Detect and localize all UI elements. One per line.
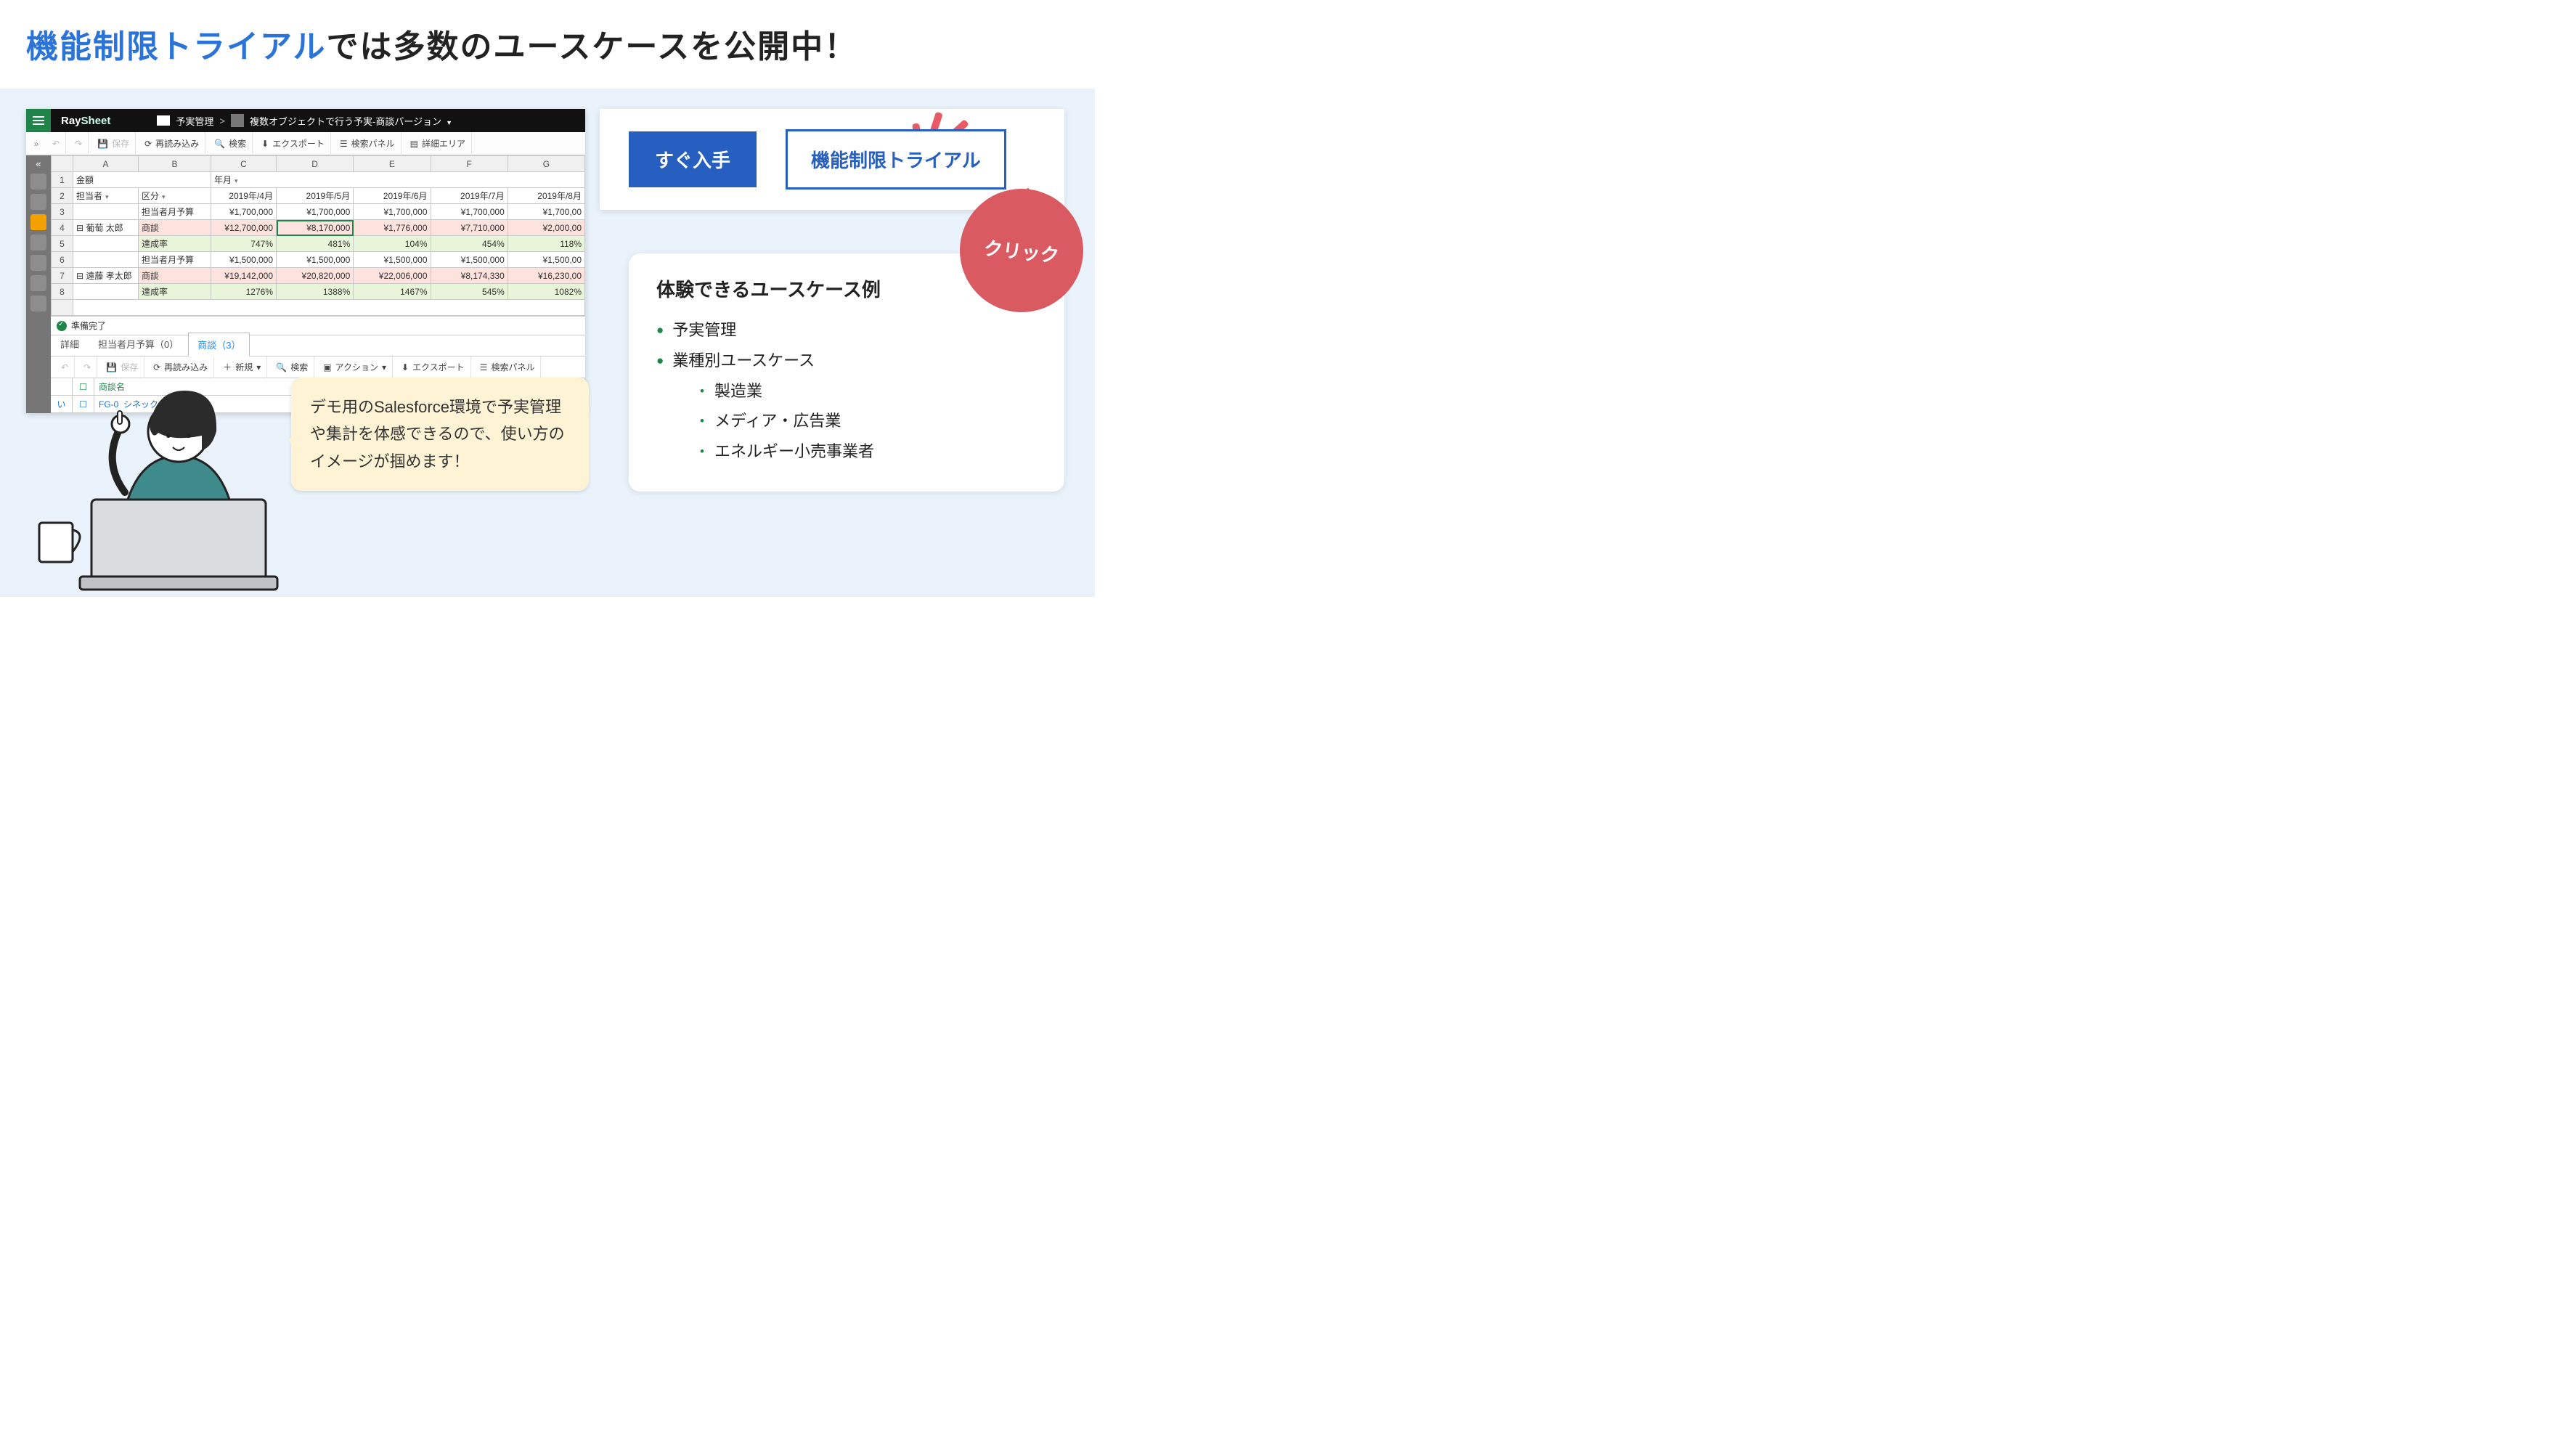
character-illustration bbox=[41, 376, 302, 594]
hdr-ym[interactable]: 年月 bbox=[214, 175, 238, 185]
spreadsheet[interactable]: A B C D E F G 1 金額 年月 bbox=[51, 155, 585, 413]
breadcrumb-folder[interactable]: 予実管理 bbox=[176, 114, 213, 128]
row-8[interactable]: 8 達成率 1276% 1388% 1467% 545% 1082% bbox=[52, 284, 585, 300]
d-export[interactable]: ⬇ エクスポート bbox=[396, 357, 471, 378]
usecase-subitem: エネルギー小売事業者 bbox=[700, 436, 1037, 467]
headline-accent: 機能制限トライアル bbox=[26, 29, 327, 65]
speech-text: デモ用のSalesforce環境で予実管理や集計を体感できるので、使い方のイメー… bbox=[310, 398, 565, 471]
row-4[interactable]: 4 ⊟ 葡萄 太郎 商談 ¥12,700,000 ¥8,170,000 ¥1,7… bbox=[52, 220, 585, 236]
export-button[interactable]: ⬇ エクスポート bbox=[256, 132, 331, 155]
get-now-button[interactable]: すぐ入手 bbox=[629, 131, 757, 187]
rail-item-2[interactable] bbox=[30, 194, 46, 210]
d-undo[interactable]: ↶ bbox=[55, 357, 75, 378]
folder-icon bbox=[157, 115, 170, 126]
wrench-icon bbox=[231, 114, 244, 127]
person-1: 葡萄 太郎 bbox=[86, 223, 123, 233]
raysheet-app: RaySheet 予実管理 > 複数オブジェクトで行う予実-商談バージョン » … bbox=[26, 109, 585, 413]
hamburger-icon[interactable] bbox=[26, 109, 51, 132]
rail-item-7[interactable] bbox=[30, 296, 46, 311]
tab-budget[interactable]: 担当者月予算（0） bbox=[89, 332, 188, 356]
rail-item-4[interactable] bbox=[30, 235, 46, 250]
breadcrumb-page[interactable]: 複数オブジェクトで行う予実-商談バージョン bbox=[250, 114, 452, 128]
breadcrumb-sep: > bbox=[219, 115, 225, 126]
title-bar: RaySheet 予実管理 > 複数オブジェクトで行う予実-商談バージョン bbox=[26, 109, 585, 132]
hdr-amount: 金額 bbox=[73, 172, 211, 188]
d-new[interactable]: ＋ 新規 ▾ bbox=[217, 357, 267, 378]
expand-sidebar-button[interactable]: » bbox=[29, 139, 44, 149]
person-2: 遠藤 孝太郎 bbox=[86, 271, 131, 281]
rail-item-1[interactable] bbox=[30, 174, 46, 190]
usecase-subitem: 製造業 bbox=[700, 376, 1037, 407]
click-badge-label: クリック bbox=[982, 233, 1060, 268]
colhdr-c[interactable]: C bbox=[211, 156, 277, 172]
search-button[interactable]: 🔍 検索 bbox=[208, 132, 253, 155]
selected-cell[interactable]: ¥8,170,000 bbox=[277, 220, 354, 236]
colhdr-a[interactable]: A bbox=[73, 156, 139, 172]
brand-bold: Ray bbox=[61, 115, 81, 127]
status-text: 準備完了 bbox=[71, 319, 106, 332]
undo-button[interactable]: ↶ bbox=[46, 132, 66, 155]
column-header-row: A B C D E F G bbox=[52, 156, 585, 172]
d-panel[interactable]: ☰ 検索パネル bbox=[474, 357, 542, 378]
row-6[interactable]: 6 担当者月予算 ¥1,500,000 ¥1,500,000 ¥1,500,00… bbox=[52, 252, 585, 268]
colhdr-f[interactable]: F bbox=[431, 156, 508, 172]
row-1[interactable]: 1 金額 年月 bbox=[52, 172, 585, 188]
status-ok-icon bbox=[57, 321, 67, 331]
speech-bubble: デモ用のSalesforce環境で予実管理や集計を体感できるので、使い方のイメー… bbox=[291, 378, 589, 491]
d-save[interactable]: 💾 保存 bbox=[100, 357, 144, 378]
colhdr-d[interactable]: D bbox=[277, 156, 354, 172]
redo-button[interactable]: ↷ bbox=[69, 132, 89, 155]
detail-toolbar: ↶ ↷ 💾 保存 ⟳ 再読み込み ＋ 新規 ▾ 🔍 検索 ▣ アクション ▾ ⬇… bbox=[51, 357, 585, 378]
headline-rest: では多数のユースケースを公開中！ bbox=[327, 29, 858, 65]
d-redo[interactable]: ↷ bbox=[78, 357, 97, 378]
hdr-kubun[interactable]: 区分 bbox=[142, 191, 166, 201]
collapse-rail-icon[interactable]: « bbox=[36, 158, 41, 169]
rail-item-5[interactable] bbox=[30, 255, 46, 271]
search-panel-button[interactable]: ☰ 検索パネル bbox=[334, 132, 402, 155]
row-2[interactable]: 2 担当者 区分 2019年/4月 2019年/5月 2019年/6月 2019… bbox=[52, 188, 585, 204]
colhdr-g[interactable]: G bbox=[508, 156, 584, 172]
tab-deal[interactable]: 商談（3） bbox=[188, 333, 250, 357]
detail-tabs: 詳細 担当者月予算（0） 商談（3） bbox=[51, 335, 585, 357]
brand-light: Sheet bbox=[81, 115, 111, 127]
hdr-person[interactable]: 担当者 bbox=[76, 191, 109, 201]
breadcrumb: 予実管理 > 複数オブジェクトで行う予実-商談バージョン bbox=[157, 114, 452, 128]
rail-item-6[interactable] bbox=[30, 275, 46, 291]
rail-item-3[interactable] bbox=[30, 214, 46, 230]
detail-area-button[interactable]: ▤ 詳細エリア bbox=[404, 132, 472, 155]
rowhdr-2[interactable]: 2 bbox=[52, 188, 73, 204]
d-search[interactable]: 🔍 検索 bbox=[270, 357, 314, 378]
usecase-list: 予実管理 業種別ユースケース 製造業 メディア・広告業 エネルギー小売事業者 bbox=[656, 315, 1037, 467]
d-reload[interactable]: ⟳ 再読み込み bbox=[147, 357, 214, 378]
left-rail: « bbox=[26, 155, 51, 413]
d-action[interactable]: ▣ アクション ▾ bbox=[317, 357, 393, 378]
row-3[interactable]: 3 担当者月予算 ¥1,700,000 ¥1,700,000 ¥1,700,00… bbox=[52, 204, 585, 220]
usecase-item: 予実管理 bbox=[656, 315, 1037, 346]
colhdr-e[interactable]: E bbox=[354, 156, 431, 172]
tab-detail[interactable]: 詳細 bbox=[51, 332, 89, 356]
row-7[interactable]: 7 ⊟ 遠藤 孝太郎 商談 ¥19,142,000 ¥20,820,000 ¥2… bbox=[52, 268, 585, 284]
reload-button[interactable]: ⟳ 再読み込み bbox=[139, 132, 205, 155]
main-toolbar: » ↶ ↷ 💾 保存 ⟳ 再読み込み 🔍 検索 ⬇ エクスポート ☰ 検索パネル… bbox=[26, 132, 585, 155]
usecase-item: 業種別ユースケース 製造業 メディア・広告業 エネルギー小売事業者 bbox=[656, 346, 1037, 467]
colhdr-b[interactable]: B bbox=[139, 156, 211, 172]
save-button[interactable]: 💾 保存 bbox=[91, 132, 136, 155]
usecase-subitem: メディア・広告業 bbox=[700, 406, 1037, 436]
page-headline: 機能制限トライアルでは多数のユースケースを公開中！ bbox=[0, 0, 1095, 89]
rowhdr-1[interactable]: 1 bbox=[52, 172, 73, 188]
brand: RaySheet bbox=[51, 115, 121, 127]
trial-button[interactable]: 機能制限トライアル bbox=[786, 129, 1006, 190]
row-5[interactable]: 5 達成率 747% 481% 104% 454% 118% bbox=[52, 236, 585, 252]
